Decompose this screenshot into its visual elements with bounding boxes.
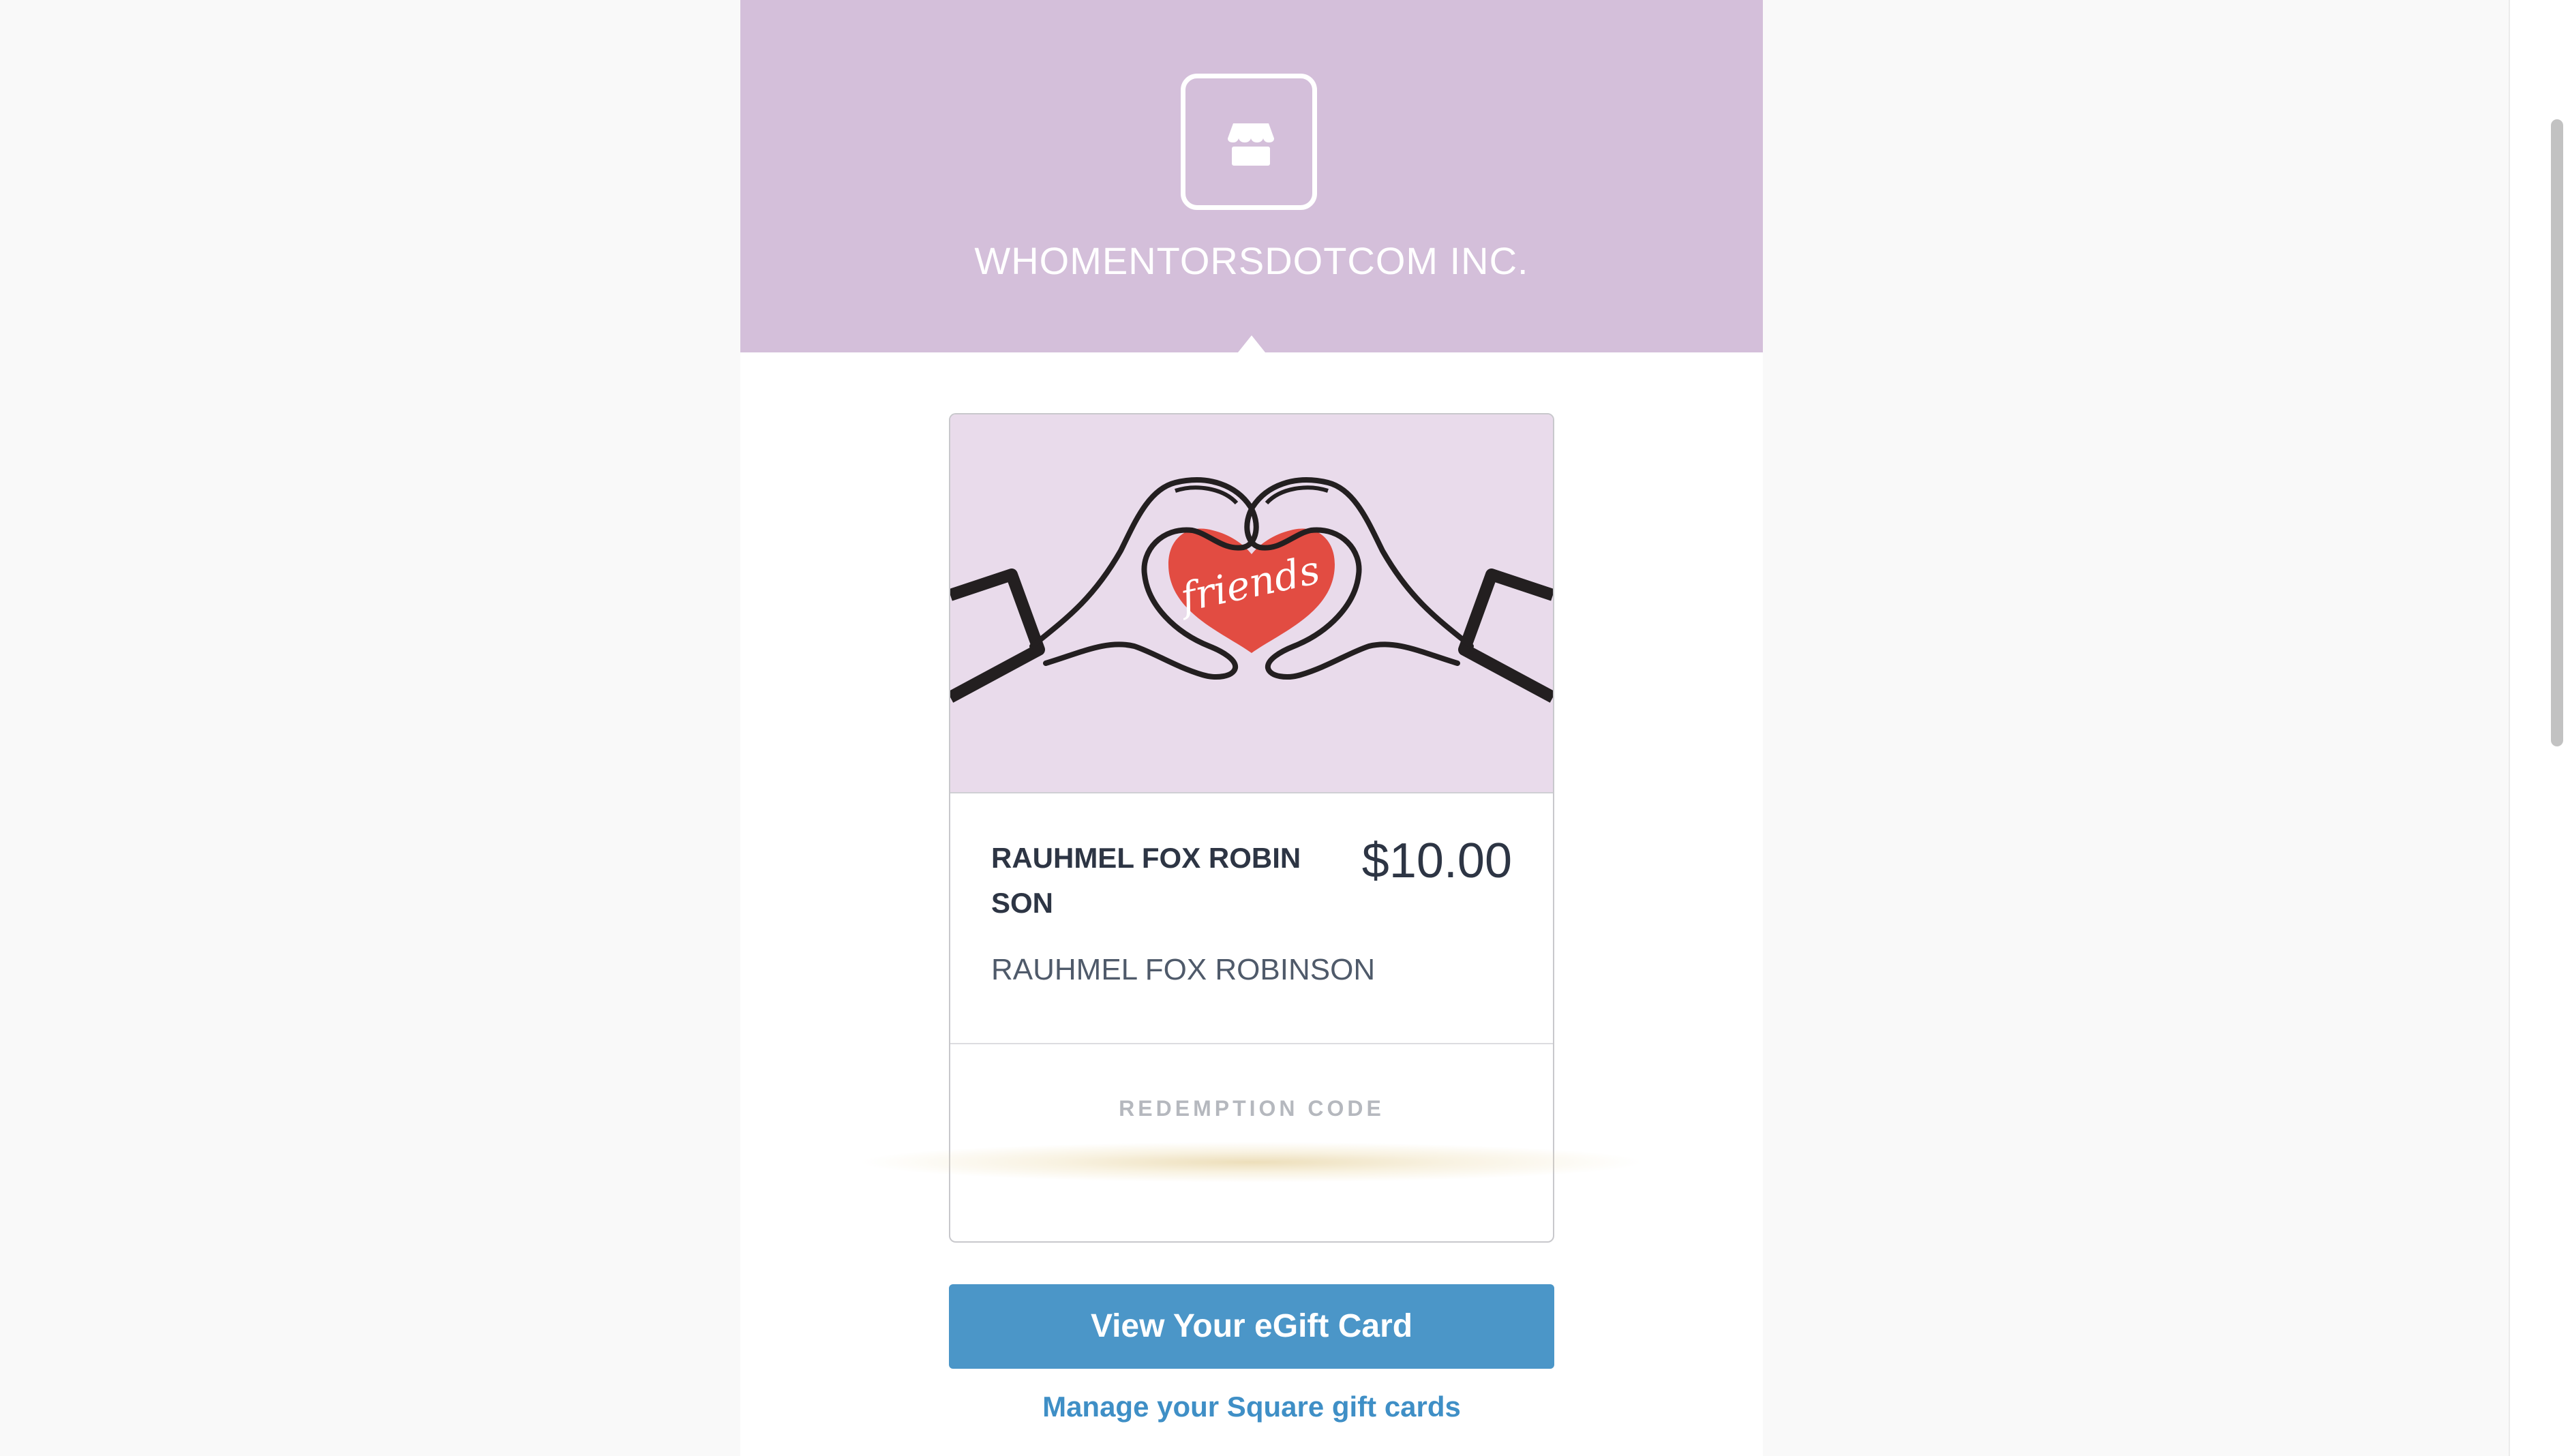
merchant-logo <box>1181 74 1317 210</box>
card-artwork: friends <box>950 414 1553 793</box>
gift-card: friends RAUHMEL FOX ROBIN SON $10.00 RAU… <box>949 413 1554 1243</box>
heart-hands-icon: friends <box>950 414 1553 792</box>
card-recipient-title: RAUHMEL FOX ROBIN SON <box>991 842 1301 919</box>
storefront-icon <box>1228 123 1274 166</box>
scrollbar-thumb[interactable] <box>2551 119 2563 746</box>
header-notch <box>1238 335 1265 352</box>
card-amount: $10.00 <box>1361 834 1512 888</box>
redemption-code-label: REDEMPTION CODE <box>1119 1096 1385 1121</box>
card-recipient-name: RAUHMEL FOX ROBINSON <box>991 953 1376 986</box>
redemption-code-shimmer <box>856 1142 1647 1183</box>
manage-gift-cards-link[interactable]: Manage your Square gift cards <box>949 1391 1554 1423</box>
view-egift-card-button[interactable]: View Your eGift Card <box>949 1284 1554 1369</box>
merchant-name: WHOMENTORSDOTCOM INC. <box>974 239 1529 282</box>
email-body: WHOMENTORSDOTCOM INC. friends RAUHMEL FO… <box>740 0 1763 1456</box>
merchant-header: WHOMENTORSDOTCOM INC. <box>740 0 1763 352</box>
email-page: WHOMENTORSDOTCOM INC. friends RAUHMEL FO… <box>0 0 2570 1456</box>
card-divider <box>950 1043 1553 1044</box>
